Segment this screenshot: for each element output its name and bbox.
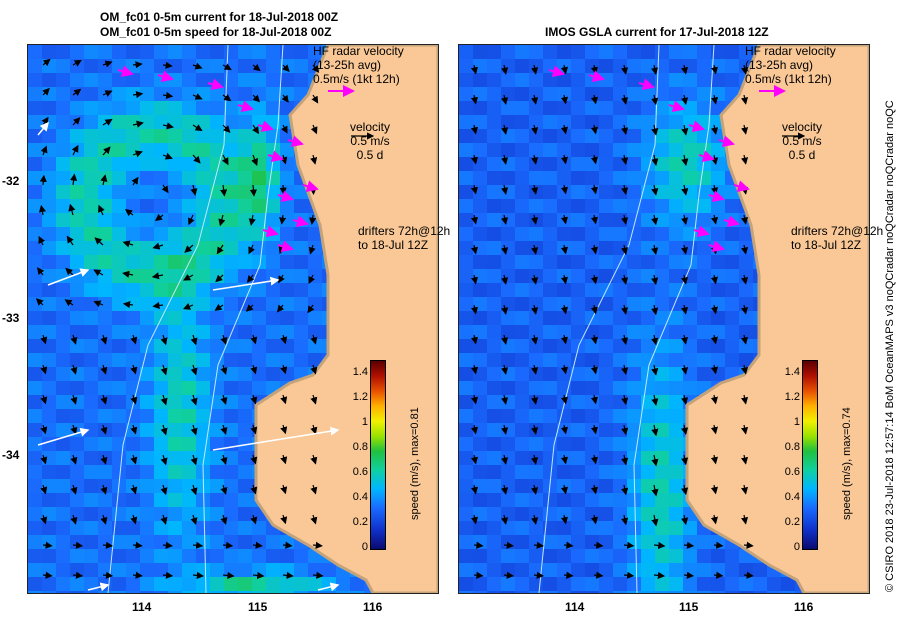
colorbar-tick: 0.4 [784,490,800,503]
left-colorbar-label: speed (m/s), max=0.81 [409,407,421,520]
colorbar-tick: 1.4 [352,365,368,378]
left-x-tick-115: 115 [248,600,268,614]
right-colorbar [802,360,818,550]
left-title-line1: OM_fc01 0-5m current for 18-Jul-2018 00Z [100,10,339,24]
colorbar-tick: 1.2 [352,390,368,403]
left-x-tick-116: 116 [363,600,383,614]
right-colorbar-label: speed (m/s), max=0.74 [841,407,853,520]
colorbar-tick: 0.2 [784,515,800,528]
colorbar-tick: 1.4 [784,365,800,378]
left-velocity-legend: velocity 0.5 m/s 0.5 d [350,120,391,162]
left-title-line2: OM_fc01 0-5m speed for 18-Jul-2018 00Z [100,25,332,39]
current-arrow [282,541,293,549]
current-arrow [563,571,574,579]
current-arrow [42,541,53,549]
current-arrow [593,571,604,579]
colorbar-tick: 1 [361,415,368,428]
current-arrow [279,184,287,195]
colorbar-tick: 1 [793,415,800,428]
colorbar-tick: 0.6 [784,465,800,478]
current-arrow [473,571,484,579]
current-arrow [743,541,754,549]
left-drifter-legend: drifters 72h@12h to 18-Jul 12Z [358,224,451,252]
left-x-tick-114: 114 [132,600,152,614]
current-arrow [473,541,484,549]
current-arrow [743,571,754,579]
right-x-tick-115: 115 [679,600,699,614]
current-arrow [563,541,574,549]
colorbar-tick: 1.2 [784,390,800,403]
colorbar-tick: 0.4 [352,490,368,503]
right-x-tick-116: 116 [794,600,814,614]
colorbar-tick: 0.6 [352,465,368,478]
y-tick-33: -33 [2,311,20,325]
credit-text: © CSIRO 2018 23-Jul-2018 12:57:14 BoM Oc… [884,100,896,592]
colorbar-tick: 0 [793,541,800,553]
right-x-tick-114: 114 [565,600,585,614]
colorbar-tick: 0.8 [784,440,800,453]
right-velocity-legend: velocity 0.5 m/s 0.5 d [782,120,823,162]
current-arrow [42,571,53,579]
right-hf-radar-legend: HF radar velocity (13-25h avg) 0.5m/s (1kt… [745,44,836,86]
colorbar-tick: 0.8 [352,440,368,453]
y-tick-34: -34 [2,448,20,462]
y-tick-32: -32 [2,174,20,188]
left-hf-radar-legend: HF radar velocity (13-25h avg) 0.5m/s (1kt… [313,44,404,86]
current-arrow [713,541,724,549]
current-arrow [593,541,604,549]
left-colorbar [370,360,386,550]
right-drifter-legend: drifters 72h@12h to 18-Jul 12Z [791,224,884,252]
current-arrow [309,184,317,196]
colorbar-tick: 0.2 [352,515,368,528]
right-title: IMOS GSLA current for 17-Jul-2018 12Z [545,25,769,39]
colorbar-tick: 0 [361,541,368,553]
current-arrow [132,541,143,549]
current-arrow [713,571,724,579]
